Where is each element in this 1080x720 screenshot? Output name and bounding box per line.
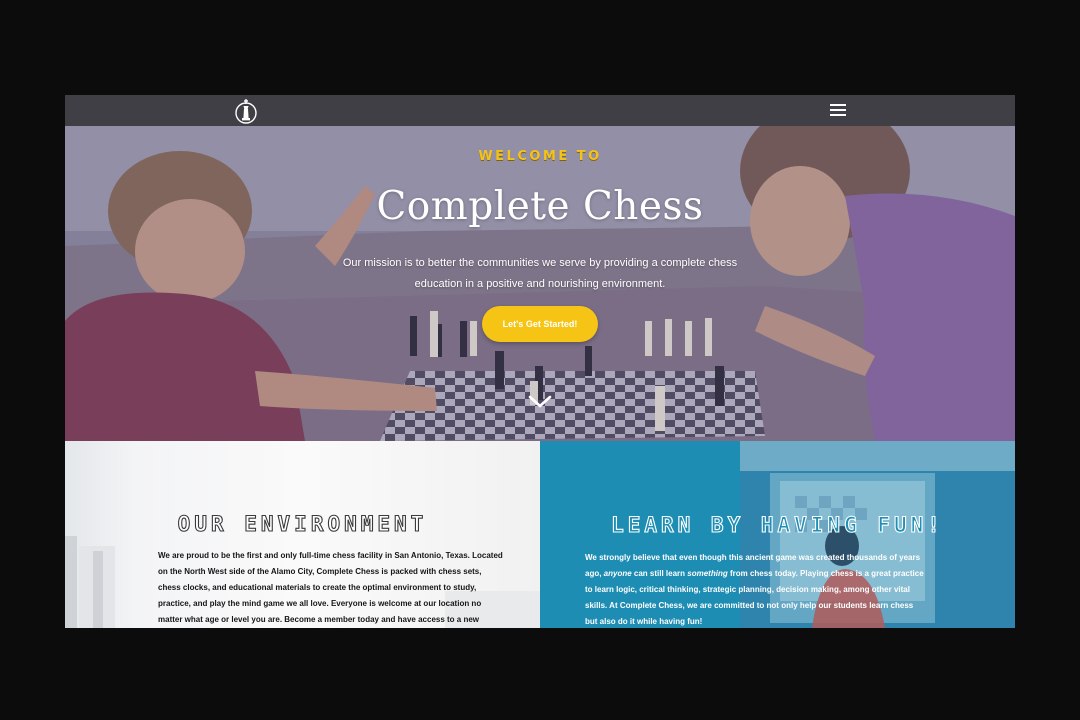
learn-heading: LEARN BY HAVING FUN! bbox=[611, 512, 944, 537]
mission-statement: Our mission is to better the communities… bbox=[342, 257, 738, 290]
learn-text-part: We bbox=[585, 553, 600, 562]
learn-text-strong: strongly bbox=[599, 553, 631, 562]
learn-section: LEARN BY HAVING FUN! We strongly believe… bbox=[540, 441, 1015, 628]
welcome-eyebrow: WELCOME TO bbox=[478, 149, 602, 164]
chevron-down-icon[interactable] bbox=[528, 395, 552, 409]
environment-description: We are proud to be the first and only fu… bbox=[158, 551, 503, 624]
learn-text-emphasis: anyone bbox=[603, 569, 632, 578]
chess-king-logo-icon[interactable] bbox=[233, 97, 259, 125]
page-title: Complete Chess bbox=[376, 184, 704, 229]
learn-description: We strongly believe that even though thi… bbox=[585, 550, 925, 628]
environment-section: OUR ENVIRONMENT We are proud to be the f… bbox=[65, 441, 540, 628]
website-page: WELCOME TO Complete Chess Our mission is… bbox=[65, 95, 1015, 628]
hero-section: WELCOME TO Complete Chess Our mission is… bbox=[65, 126, 1015, 441]
learn-text-emphasis: something bbox=[687, 569, 728, 578]
get-started-button[interactable]: Let's Get Started! bbox=[482, 306, 598, 342]
top-navigation-bar bbox=[65, 95, 1015, 126]
environment-heading: OUR ENVIRONMENT bbox=[177, 511, 428, 536]
learn-text-part: can still learn bbox=[631, 569, 688, 578]
hamburger-menu-icon[interactable] bbox=[830, 104, 846, 117]
